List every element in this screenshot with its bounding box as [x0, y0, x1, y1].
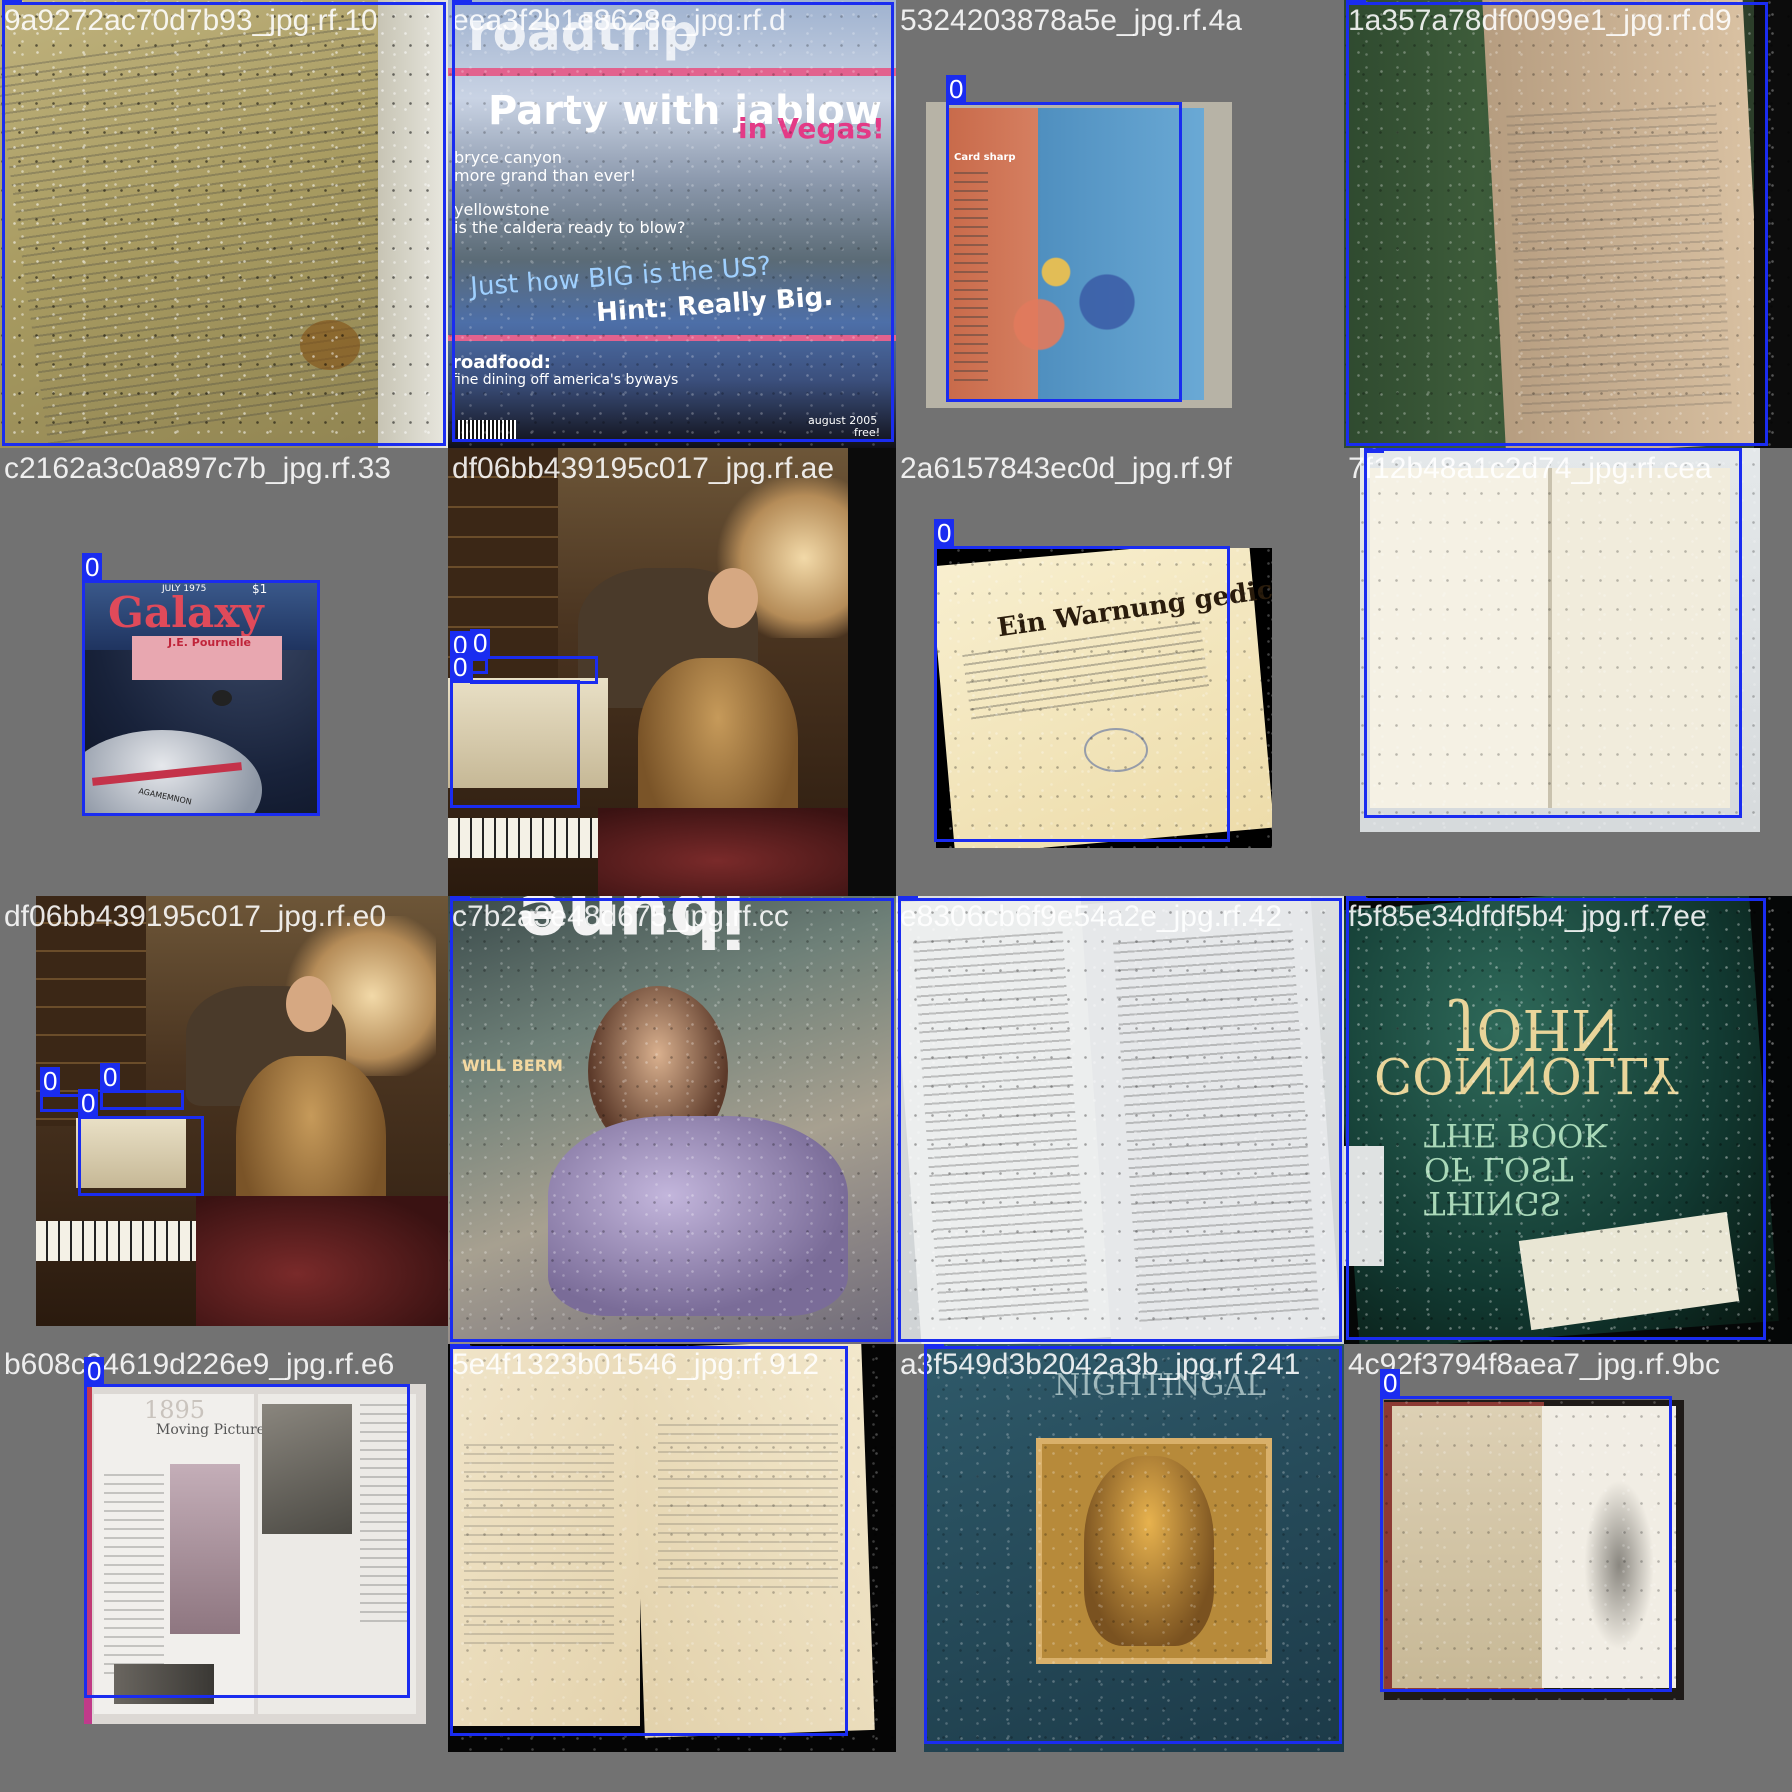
class-label: 0 [470, 629, 491, 657]
tile-title: 5324203878a5e_jpg.rf.4a [900, 4, 1242, 37]
class-label: 0 [1346, 896, 1367, 899]
detection-box: 0 [78, 1089, 204, 1196]
detection-box: 0 [452, 0, 894, 442]
detection-box: 0 [934, 519, 1230, 842]
tile-8: df06bb439195c017_jpg.rf.e0 0 0 0 [0, 896, 448, 1344]
detection-box: 0 [898, 896, 1342, 1342]
tile-10: e8306cb6f9e54a2e_jpg.rf.42 0 [896, 896, 1344, 1344]
tile-0: 9a9272ac70d7b93_jpg.rf.10 0 [0, 0, 448, 448]
tile-7: 7f12b48a1c2d74_jpg.rf.cea 0 [1344, 448, 1792, 896]
class-label: 0 [1346, 0, 1367, 3]
detection-box: 0 [450, 653, 580, 808]
class-label: 0 [84, 1357, 105, 1385]
detection-box: 0 [450, 1344, 848, 1736]
class-label: 0 [450, 653, 471, 681]
class-label: 0 [450, 896, 471, 899]
tile-title: c2162a3c0a897c7b_jpg.rf.33 [4, 452, 391, 485]
tile-5: df06bb439195c017_jpg.rf.ae 0 0 0 [448, 448, 896, 896]
detection-box: 0 [2, 0, 446, 446]
class-label: 0 [934, 519, 955, 547]
tile-2: Card sharp 5324203878a5e_jpg.rf.4a 0 [896, 0, 1344, 448]
detection-box: 0 [1380, 1369, 1672, 1692]
detection-box: 0 [82, 553, 320, 816]
detection-box: 0 [1346, 0, 1768, 446]
tile-title: 2a6157843ec0d_jpg.rf.9f [900, 452, 1232, 485]
detection-box: 0 [946, 75, 1182, 402]
tile-3: 1a357a78df0099e1_jpg.rf.d9 0 [1344, 0, 1792, 448]
class-label: 0 [1380, 1369, 1401, 1397]
detection-box: 0 [100, 1063, 184, 1110]
detection-box: 0 [450, 896, 894, 1342]
class-label: 0 [82, 553, 103, 581]
detection-box: 0 [924, 1344, 1342, 1744]
class-label: 0 [450, 1344, 471, 1347]
tile-6: Ein Warnung gedicht 2a6157843ec0d_jpg.rf… [896, 448, 1344, 896]
class-label: 0 [2, 0, 23, 3]
tile-9: ibune WILL BERM c7b2a3e48d675_jpg.rf.cc … [448, 896, 896, 1344]
detection-box: 0 [84, 1357, 410, 1698]
class-label: 0 [924, 1344, 945, 1347]
tile-14: NIGHTINGAL a3f549d3b2042a3b_jpg.rf.241 0 [896, 1344, 1344, 1792]
class-label: 0 [78, 1089, 99, 1117]
class-label: 0 [1364, 448, 1385, 453]
mosaic-grid: 9a9272ac70d7b93_jpg.rf.10 0 roadtrip Par… [0, 0, 1792, 1792]
class-label: 0 [40, 1067, 61, 1095]
tile-11: JOHN CONNOLLY THE BOOK OF LOST THINGS f5… [1344, 896, 1792, 1344]
tile-15: 4c92f3794f8aea7_jpg.rf.9bc 0 [1344, 1344, 1792, 1792]
tile-4: JULY 1975 $1 Galaxy J.E. Pournelle AGAME… [0, 448, 448, 896]
tile-12: 1895 Moving Pictures b608c94619d226e9_jp… [0, 1344, 448, 1792]
detection-box: 0 [1346, 896, 1766, 1340]
tile-13: 5e4f1323b01546_jpg.rf.912 0 [448, 1344, 896, 1792]
class-label: 0 [898, 896, 919, 899]
tile-title: b608c94619d226e9_jpg.rf.e6 [4, 1348, 395, 1381]
tile-1: roadtrip Party with jablow in Vegas! bry… [448, 0, 896, 448]
class-label: 0 [100, 1063, 121, 1091]
class-label: 0 [452, 0, 473, 3]
class-label: 0 [946, 75, 967, 103]
detection-box: 0 [1364, 448, 1742, 818]
tile-title: 4c92f3794f8aea7_jpg.rf.9bc [1348, 1348, 1720, 1381]
